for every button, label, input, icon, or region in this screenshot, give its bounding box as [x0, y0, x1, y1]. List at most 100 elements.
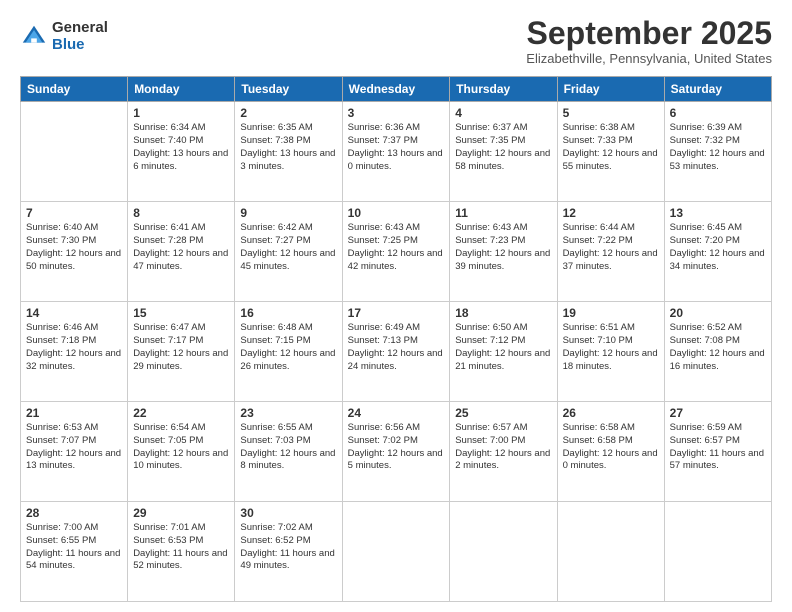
table-row: 5 Sunrise: 6:38 AM Sunset: 7:33 PM Dayli…: [557, 102, 664, 202]
day-info: Sunrise: 6:48 AM Sunset: 7:15 PM Dayligh…: [240, 322, 336, 373]
calendar-week-row: 1 Sunrise: 6:34 AM Sunset: 7:40 PM Dayli…: [21, 102, 772, 202]
sunset-label: Sunset: 7:12 PM: [455, 335, 525, 346]
table-row: [664, 502, 771, 602]
daylight-label: Daylight: 12 hours and 47 minutes.: [133, 248, 228, 272]
day-info: Sunrise: 6:38 AM Sunset: 7:33 PM Dayligh…: [563, 122, 659, 173]
day-info: Sunrise: 6:57 AM Sunset: 7:00 PM Dayligh…: [455, 422, 551, 473]
day-info: Sunrise: 6:54 AM Sunset: 7:05 PM Dayligh…: [133, 422, 229, 473]
day-number: 14: [26, 306, 122, 320]
sunrise-label: Sunrise: 6:40 AM: [26, 222, 98, 233]
daylight-label: Daylight: 12 hours and 18 minutes.: [563, 348, 658, 372]
table-row: 25 Sunrise: 6:57 AM Sunset: 7:00 PM Dayl…: [450, 402, 557, 502]
location: Elizabethville, Pennsylvania, United Sta…: [526, 51, 772, 66]
table-row: 24 Sunrise: 6:56 AM Sunset: 7:02 PM Dayl…: [342, 402, 450, 502]
sunset-label: Sunset: 7:15 PM: [240, 335, 310, 346]
logo-icon: [20, 23, 48, 51]
logo: General Blue: [20, 20, 108, 53]
table-row: 28 Sunrise: 7:00 AM Sunset: 6:55 PM Dayl…: [21, 502, 128, 602]
sunset-label: Sunset: 7:23 PM: [455, 235, 525, 246]
day-number: 26: [563, 406, 659, 420]
table-row: 17 Sunrise: 6:49 AM Sunset: 7:13 PM Dayl…: [342, 302, 450, 402]
day-info: Sunrise: 6:55 AM Sunset: 7:03 PM Dayligh…: [240, 422, 336, 473]
day-number: 19: [563, 306, 659, 320]
col-wednesday: Wednesday: [342, 77, 450, 102]
day-info: Sunrise: 6:34 AM Sunset: 7:40 PM Dayligh…: [133, 122, 229, 173]
sunrise-label: Sunrise: 6:39 AM: [670, 122, 742, 133]
page: General Blue September 2025 Elizabethvil…: [0, 0, 792, 612]
header: General Blue September 2025 Elizabethvil…: [20, 16, 772, 66]
daylight-label: Daylight: 12 hours and 39 minutes.: [455, 248, 550, 272]
table-row: 18 Sunrise: 6:50 AM Sunset: 7:12 PM Dayl…: [450, 302, 557, 402]
sunset-label: Sunset: 7:30 PM: [26, 235, 96, 246]
daylight-label: Daylight: 13 hours and 0 minutes.: [348, 148, 443, 172]
table-row: 19 Sunrise: 6:51 AM Sunset: 7:10 PM Dayl…: [557, 302, 664, 402]
day-number: 5: [563, 106, 659, 120]
day-number: 21: [26, 406, 122, 420]
sunset-label: Sunset: 7:33 PM: [563, 135, 633, 146]
day-number: 18: [455, 306, 551, 320]
table-row: 30 Sunrise: 7:02 AM Sunset: 6:52 PM Dayl…: [235, 502, 342, 602]
sunset-label: Sunset: 7:08 PM: [670, 335, 740, 346]
day-info: Sunrise: 6:44 AM Sunset: 7:22 PM Dayligh…: [563, 222, 659, 273]
sunset-label: Sunset: 6:52 PM: [240, 535, 310, 546]
sunrise-label: Sunrise: 7:01 AM: [133, 522, 205, 533]
sunset-label: Sunset: 7:37 PM: [348, 135, 418, 146]
sunset-label: Sunset: 7:22 PM: [563, 235, 633, 246]
sunset-label: Sunset: 7:20 PM: [670, 235, 740, 246]
col-saturday: Saturday: [664, 77, 771, 102]
sunset-label: Sunset: 7:38 PM: [240, 135, 310, 146]
day-number: 15: [133, 306, 229, 320]
day-info: Sunrise: 6:45 AM Sunset: 7:20 PM Dayligh…: [670, 222, 766, 273]
day-number: 12: [563, 206, 659, 220]
daylight-label: Daylight: 12 hours and 21 minutes.: [455, 348, 550, 372]
table-row: [450, 502, 557, 602]
daylight-label: Daylight: 12 hours and 8 minutes.: [240, 448, 335, 472]
table-row: 1 Sunrise: 6:34 AM Sunset: 7:40 PM Dayli…: [128, 102, 235, 202]
sunrise-label: Sunrise: 6:41 AM: [133, 222, 205, 233]
table-row: 29 Sunrise: 7:01 AM Sunset: 6:53 PM Dayl…: [128, 502, 235, 602]
daylight-label: Daylight: 12 hours and 13 minutes.: [26, 448, 121, 472]
daylight-label: Daylight: 12 hours and 50 minutes.: [26, 248, 121, 272]
daylight-label: Daylight: 12 hours and 24 minutes.: [348, 348, 443, 372]
day-info: Sunrise: 7:02 AM Sunset: 6:52 PM Dayligh…: [240, 522, 336, 573]
day-info: Sunrise: 6:46 AM Sunset: 7:18 PM Dayligh…: [26, 322, 122, 373]
sunrise-label: Sunrise: 6:50 AM: [455, 322, 527, 333]
day-number: 8: [133, 206, 229, 220]
day-number: 6: [670, 106, 766, 120]
table-row: 15 Sunrise: 6:47 AM Sunset: 7:17 PM Dayl…: [128, 302, 235, 402]
table-row: 20 Sunrise: 6:52 AM Sunset: 7:08 PM Dayl…: [664, 302, 771, 402]
table-row: 4 Sunrise: 6:37 AM Sunset: 7:35 PM Dayli…: [450, 102, 557, 202]
sunrise-label: Sunrise: 6:53 AM: [26, 422, 98, 433]
day-number: 29: [133, 506, 229, 520]
daylight-label: Daylight: 12 hours and 26 minutes.: [240, 348, 335, 372]
day-info: Sunrise: 6:43 AM Sunset: 7:25 PM Dayligh…: [348, 222, 445, 273]
daylight-label: Daylight: 13 hours and 3 minutes.: [240, 148, 335, 172]
sunset-label: Sunset: 7:07 PM: [26, 435, 96, 446]
table-row: 26 Sunrise: 6:58 AM Sunset: 6:58 PM Dayl…: [557, 402, 664, 502]
calendar-week-row: 28 Sunrise: 7:00 AM Sunset: 6:55 PM Dayl…: [21, 502, 772, 602]
day-number: 17: [348, 306, 445, 320]
day-number: 4: [455, 106, 551, 120]
table-row: 7 Sunrise: 6:40 AM Sunset: 7:30 PM Dayli…: [21, 202, 128, 302]
day-number: 2: [240, 106, 336, 120]
sunset-label: Sunset: 7:00 PM: [455, 435, 525, 446]
daylight-label: Daylight: 12 hours and 37 minutes.: [563, 248, 658, 272]
sunset-label: Sunset: 7:13 PM: [348, 335, 418, 346]
day-number: 24: [348, 406, 445, 420]
day-info: Sunrise: 6:42 AM Sunset: 7:27 PM Dayligh…: [240, 222, 336, 273]
day-info: Sunrise: 6:37 AM Sunset: 7:35 PM Dayligh…: [455, 122, 551, 173]
day-number: 30: [240, 506, 336, 520]
sunset-label: Sunset: 7:28 PM: [133, 235, 203, 246]
day-info: Sunrise: 6:49 AM Sunset: 7:13 PM Dayligh…: [348, 322, 445, 373]
day-number: 23: [240, 406, 336, 420]
sunrise-label: Sunrise: 6:43 AM: [455, 222, 527, 233]
day-number: 25: [455, 406, 551, 420]
day-info: Sunrise: 6:47 AM Sunset: 7:17 PM Dayligh…: [133, 322, 229, 373]
col-thursday: Thursday: [450, 77, 557, 102]
sunset-label: Sunset: 6:55 PM: [26, 535, 96, 546]
sunset-label: Sunset: 7:40 PM: [133, 135, 203, 146]
day-info: Sunrise: 6:51 AM Sunset: 7:10 PM Dayligh…: [563, 322, 659, 373]
sunset-label: Sunset: 7:17 PM: [133, 335, 203, 346]
day-number: 11: [455, 206, 551, 220]
sunset-label: Sunset: 7:25 PM: [348, 235, 418, 246]
